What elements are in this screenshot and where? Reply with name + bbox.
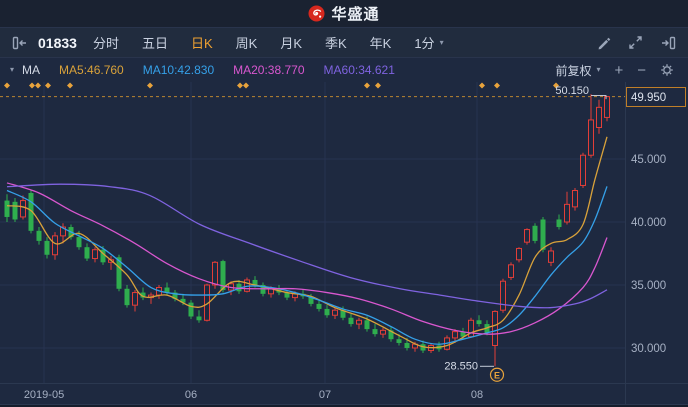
zoom-in-button[interactable]: + [614,63,623,78]
tab-period-1[interactable]: 五日 [142,33,168,52]
fullscreen-expand-icon[interactable] [628,35,643,50]
tab-period-6[interactable]: 年K [370,33,392,52]
period-tabs: 分时 五日 日K 周K 月K 季K 年K [93,33,414,52]
interval-label: 1分 [414,33,434,52]
stock-chart-window: 华盛通 01833 分时 五日 日K 周K 月K 季K 年K 1分 ▾ [0,0,688,407]
app-titlebar: 华盛通 [0,0,688,28]
chevron-down-icon: ▾ [440,39,444,47]
minute-interval-dropdown[interactable]: 1分 ▾ [414,33,443,52]
ma-group-label[interactable]: MA [22,63,40,77]
app-title: 华盛通 [331,3,379,24]
chart-toolbar: 01833 分时 五日 日K 周K 月K 季K 年K 1分 ▾ [0,28,688,58]
ma-value-2: MA20:38.770 [233,63,304,77]
toolbar-actions [596,35,676,50]
adjust-mode-dropdown[interactable]: 前复权 ▾ [555,62,600,79]
zoom-out-button[interactable]: − [637,63,646,78]
tab-period-4[interactable]: 月K [280,33,302,52]
dock-right-icon[interactable] [660,36,676,50]
adjust-label: 前复权 [555,62,591,79]
tab-period-3[interactable]: 周K [236,33,258,52]
ma-value-3: MA60:34.621 [324,63,395,77]
stock-code[interactable]: 01833 [38,35,77,51]
tab-period-5[interactable]: 季K [325,33,347,52]
tab-period-2[interactable]: 日K [191,33,213,52]
chart-canvas[interactable] [0,82,688,404]
indicator-actions: 前复权 ▾ + − [555,62,678,79]
ma-value-0: MA5:46.760 [59,63,124,77]
ma-value-1: MA10:42.830 [143,63,214,77]
dock-left-icon[interactable] [12,36,28,50]
draw-pencil-icon[interactable] [596,35,611,50]
indicator-collapse-icon[interactable]: ▾ [10,66,14,74]
gear-icon[interactable] [660,63,674,77]
brand-logo-icon [308,5,325,22]
tab-period-0[interactable]: 分时 [93,33,119,52]
ma-values: MA5:46.760 MA10:42.830 MA20:38.770 MA60:34.… [40,63,395,77]
chevron-down-icon: ▾ [596,66,600,74]
indicator-bar: ▾ MA MA5:46.760 MA10:42.830 MA20:38.770 MA6… [0,58,688,82]
